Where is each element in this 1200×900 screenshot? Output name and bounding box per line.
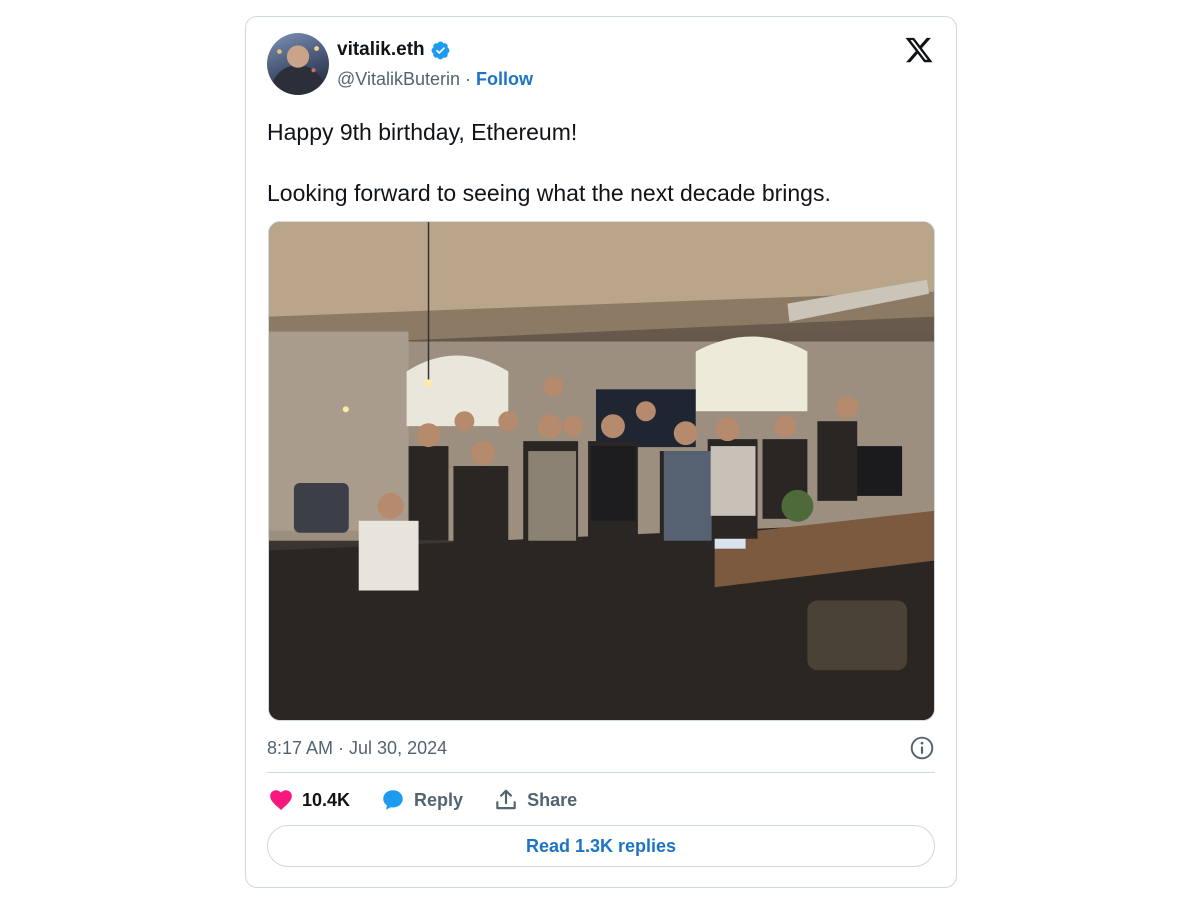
share-upload-icon bbox=[496, 789, 516, 810]
read-replies-button[interactable]: Read 1.3K replies bbox=[267, 825, 935, 867]
author-handle[interactable]: @VitalikButerin bbox=[337, 69, 460, 90]
author-name-row: vitalik.eth bbox=[337, 39, 451, 61]
follow-link[interactable]: Follow bbox=[476, 69, 533, 90]
x-logo-icon[interactable] bbox=[904, 35, 934, 65]
speech-bubble-icon bbox=[383, 790, 403, 810]
reply-label: Reply bbox=[414, 789, 464, 810]
verified-badge-icon bbox=[431, 41, 450, 59]
share-label: Share bbox=[527, 789, 578, 810]
author-avatar[interactable] bbox=[267, 33, 329, 95]
tweet-text-line: Looking forward to seeing what the next … bbox=[267, 180, 831, 206]
divider bbox=[267, 772, 935, 773]
tweet-card: vitalik.eth @VitalikButerin · Follow Hap… bbox=[245, 16, 957, 888]
author-handle-row: @VitalikButerin · Follow bbox=[337, 69, 533, 90]
tweet-text-line: Happy 9th birthday, Ethereum! bbox=[267, 119, 578, 145]
separator-dot: · bbox=[465, 69, 471, 89]
heart-icon bbox=[270, 790, 292, 810]
reply-button[interactable]: Reply bbox=[380, 787, 463, 813]
tweet-actions: 10.4K Reply Share bbox=[268, 786, 607, 814]
like-button[interactable]: 10.4K bbox=[268, 787, 350, 813]
author-display-name[interactable]: vitalik.eth bbox=[337, 39, 425, 61]
like-count: 10.4K bbox=[302, 789, 351, 810]
tweet-timestamp[interactable]: 8:17 AM · Jul 30, 2024 bbox=[267, 738, 447, 758]
share-button[interactable]: Share bbox=[493, 787, 577, 813]
tweet-photo[interactable] bbox=[268, 221, 935, 721]
info-icon[interactable] bbox=[909, 735, 935, 761]
tweet-text: Happy 9th birthday, Ethereum! Looking fo… bbox=[267, 117, 947, 208]
avatar-photo-detail bbox=[267, 33, 329, 95]
group-photo-illustration bbox=[269, 222, 934, 720]
timestamp-row: 8:17 AM · Jul 30, 2024 bbox=[267, 735, 935, 761]
